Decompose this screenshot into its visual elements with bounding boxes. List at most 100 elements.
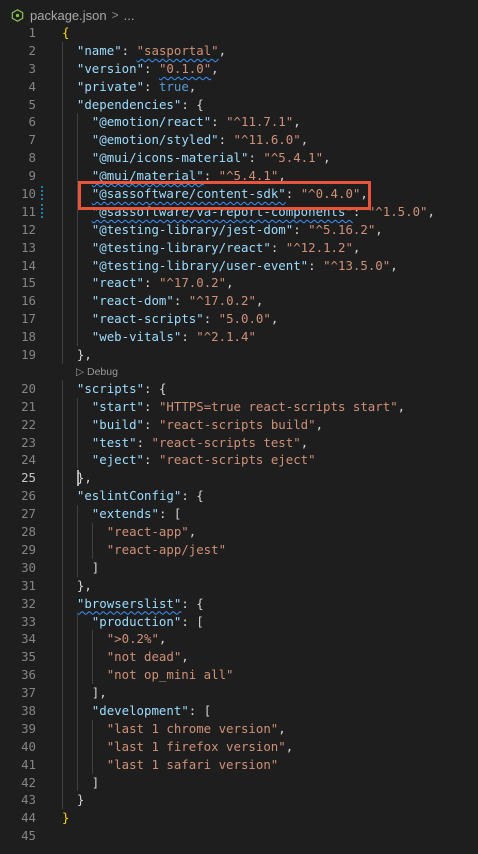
indent-guide [76, 415, 78, 434]
code-token: "@sassoftware/va-report-components" [91, 203, 353, 219]
code-line[interactable]: 23 "test": "react-scripts test", [0, 433, 478, 452]
code-line[interactable]: 19}, [0, 346, 478, 364]
code-token: "test" [91, 434, 137, 450]
code-line[interactable]: 6 "@emotion/react": "^11.7.1", [0, 113, 478, 132]
code-line[interactable]: 33 "production": [ [0, 612, 478, 631]
code-line[interactable]: 17 "react-scripts": "5.0.0", [0, 310, 478, 329]
indent-guide [62, 648, 63, 667]
code-line[interactable]: 10 "@sassoftware/content-sdk": "^0.4.0", [0, 185, 478, 203]
code-line[interactable]: 14 "@testing-library/user-event": "^13.5.… [0, 256, 478, 275]
code-token: : { [181, 488, 204, 504]
code-line[interactable]: 16 "react-dom": "^17.0.2", [0, 292, 478, 311]
indent-guide [62, 397, 63, 416]
code-content: "last 1 firefox version", [107, 738, 294, 756]
code-line[interactable]: 34 ">0.2%", [0, 630, 478, 649]
code-token: : [181, 329, 197, 345]
code-content: "private": true, [77, 78, 196, 96]
line-number: 24 [21, 452, 36, 468]
code-line[interactable]: 22 "build": "react-scripts build", [0, 415, 478, 434]
code-token: { [62, 25, 70, 40]
line-number: 15 [21, 275, 36, 291]
code-line[interactable]: 38 "development": [ [0, 701, 478, 720]
code-line[interactable]: 41 "last 1 safari version" [0, 755, 478, 774]
indent-guide [76, 612, 78, 631]
code-line[interactable]: 15 "react": "^17.0.2", [0, 274, 478, 293]
code-token: : [211, 114, 227, 130]
line-number: 28 [21, 524, 36, 540]
breadcrumb-file[interactable]: package.json [30, 8, 107, 23]
indent-guide [76, 773, 78, 792]
code-line[interactable]: 24 "eject": "react-scripts eject" [0, 451, 478, 470]
code-token: ] [91, 774, 100, 790]
breadcrumb-more[interactable]: ... [124, 8, 135, 23]
code-line[interactable]: 4 "private": true, [0, 77, 478, 96]
code-token: } [76, 792, 85, 808]
code-token: , [270, 311, 279, 327]
code-content: "react": "^17.0.2", [92, 274, 234, 292]
code-token: "^11.7.1" [226, 114, 294, 130]
code-token: : [218, 132, 234, 148]
code-line[interactable]: 28 "react-app", [0, 523, 478, 541]
indent-guide [76, 202, 78, 221]
code-line[interactable]: 9 "@mui/material": "^5.4.1", [0, 167, 478, 186]
code-line[interactable]: 37], [0, 684, 478, 702]
indent-guide [76, 433, 78, 452]
code-line[interactable]: 5 "dependencies": { [0, 95, 478, 114]
line-number: 8 [28, 150, 36, 166]
code-token: : [ [181, 613, 204, 629]
code-line[interactable]: 29 "react-app/jest" [0, 540, 478, 559]
code-token: "scripts" [76, 380, 145, 396]
code-line[interactable]: 44} [0, 809, 478, 827]
code-token: : [293, 221, 309, 237]
code-line[interactable]: 2 "name": "sasportal", [0, 41, 478, 60]
code-line[interactable]: 13 "@testing-library/react": "^12.1.2", [0, 238, 478, 257]
code-line[interactable]: 18 "web-vitals": "^2.1.4" [0, 328, 478, 347]
code-line[interactable]: 31}, [0, 576, 478, 595]
code-content: "test": "react-scripts test", [92, 434, 308, 452]
code-content: } [62, 809, 69, 827]
debug-codelens-label[interactable]: ▷ Debug [76, 364, 118, 380]
indent-guide [62, 346, 63, 364]
indent-guide [62, 41, 63, 60]
code-token: "^17.0.2" [188, 293, 256, 309]
indent-guide [76, 701, 78, 720]
code-line[interactable]: 25}, [0, 469, 478, 488]
code-token: }, [76, 470, 92, 486]
indent-guide [62, 292, 63, 311]
code-line[interactable]: 8 "@mui/icons-material": "^5.4.1", [0, 149, 478, 168]
code-line[interactable]: 30] [0, 558, 478, 577]
indent-guide [62, 415, 63, 434]
line-number: 31 [21, 577, 36, 593]
code-line[interactable]: 1{ [0, 24, 478, 42]
line-number: 37 [21, 685, 36, 701]
code-line[interactable]: 27 "extends": [ [0, 505, 478, 524]
indent-guide [76, 666, 78, 685]
code-line[interactable]: 21 "start": "HTTPS=true react-scripts sta… [0, 397, 478, 416]
code-line[interactable]: 26 "eslintConfig": { [0, 487, 478, 506]
code-line[interactable]: 40 "last 1 firefox version", [0, 737, 478, 756]
code-line[interactable]: 12 "@testing-library/jest-dom": "^5.16.2"… [0, 220, 478, 239]
code-content: ], [92, 684, 107, 702]
code-token: : [352, 203, 368, 219]
code-token: } [62, 810, 70, 826]
code-line[interactable]: 20 "scripts": { [0, 379, 478, 398]
code-line[interactable]: 32 "browserslist": { [0, 594, 478, 613]
code-line[interactable]: 11 "@sassoftware/va-report-components": "… [0, 202, 478, 221]
code-editor[interactable]: 1{2 "name": "sasportal", 3 "version": "0.1.… [0, 24, 478, 845]
code-token: "production" [91, 613, 182, 629]
code-line[interactable]: 36 "not op_mini all" [0, 666, 478, 685]
line-number: 3 [28, 60, 36, 76]
debug-codelens[interactable]: ▷ Debug [0, 364, 478, 380]
code-line[interactable]: 35 "not dead", [0, 648, 478, 667]
code-line[interactable]: 42] [0, 773, 478, 792]
code-line[interactable]: 39 "last 1 chrome version", [0, 719, 478, 738]
code-line[interactable]: 3 "version": "0.1.0", [0, 59, 478, 78]
code-line[interactable]: 45 [0, 827, 478, 845]
indent-guide [62, 701, 63, 720]
code-token: "not dead" [106, 649, 182, 665]
code-content: "not op_mini all" [107, 666, 234, 684]
indent-guide [91, 630, 93, 649]
code-token: : [144, 60, 159, 76]
code-line[interactable]: 7 "@emotion/styled": "^11.6.0", [0, 131, 478, 150]
code-line[interactable]: 43} [0, 791, 478, 810]
